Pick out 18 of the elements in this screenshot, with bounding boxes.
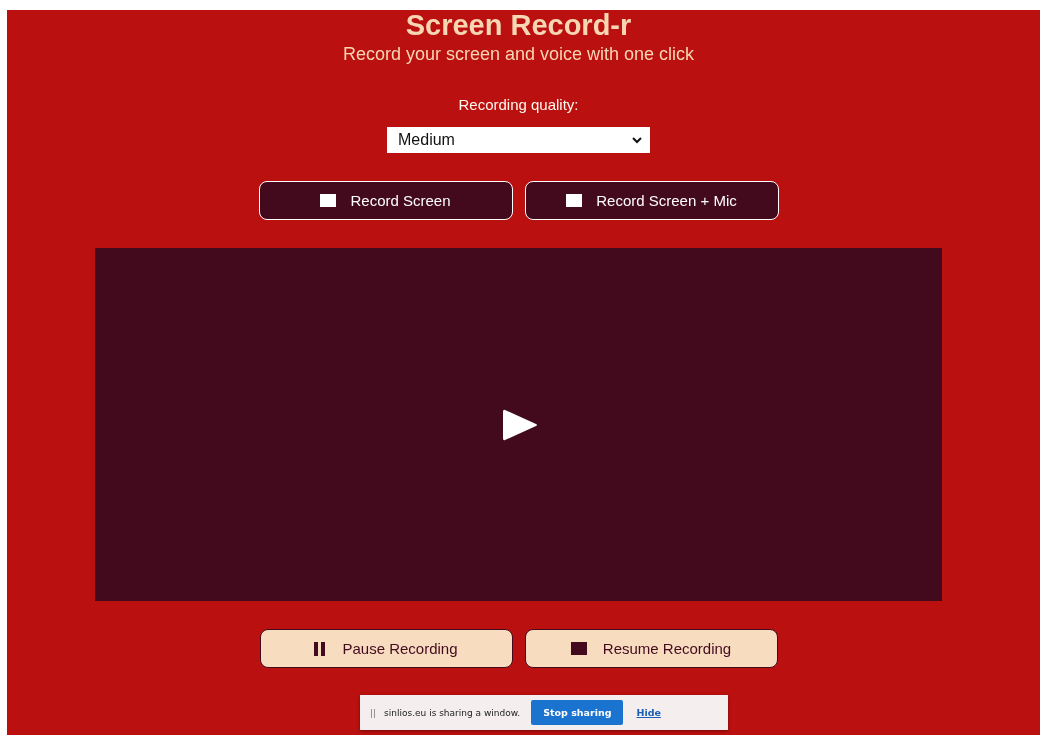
pause-icon [314,641,327,656]
app-subtitle: Record your screen and voice with one click [342,43,695,65]
square-icon [320,194,337,207]
drag-handle[interactable]: || [370,707,377,718]
chevron-icon [632,136,642,144]
app-title: Screen Record-r [405,10,632,40]
play-icon[interactable] [500,407,539,442]
stop-icon [570,642,587,655]
quality-label: Recording quality: [458,96,579,113]
stop-sharing-button[interactable]: Stop sharing [531,700,624,725]
resume-button[interactable]: Resume Recording [524,629,778,668]
square-icon [566,194,583,207]
sharing-message: sinlios.eu is sharing a window. [384,707,521,718]
pause-button[interactable]: Pause Recording [259,629,513,668]
hide-link[interactable]: Hide [636,707,661,718]
record-button[interactable]: Record Screen [258,181,513,220]
record-button[interactable]: Record Screen + Mic [524,181,779,220]
quality-dropdown[interactable]: Medium [387,127,650,153]
